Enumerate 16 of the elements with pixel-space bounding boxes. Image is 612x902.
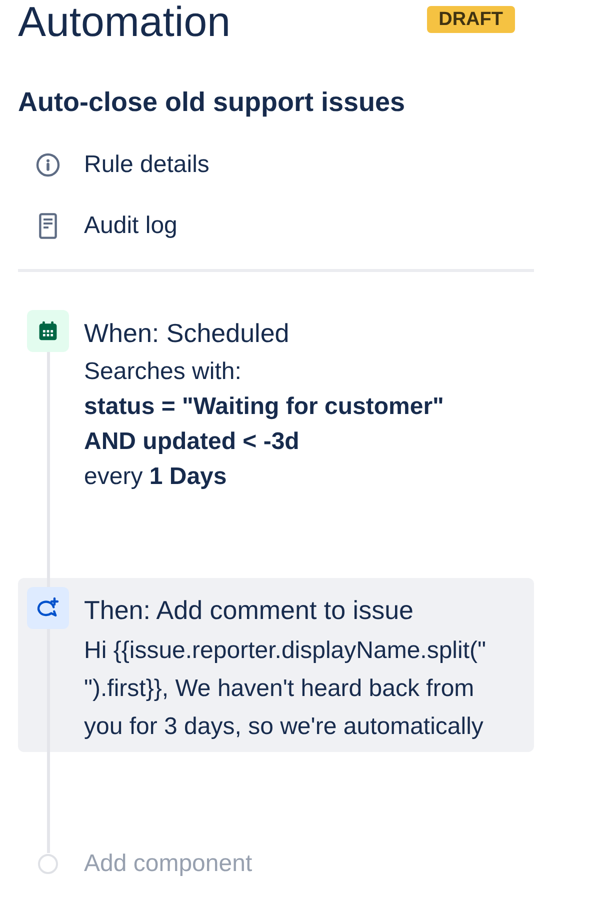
step-title: When: Scheduled [84,317,290,349]
comment-plus-icon [27,587,69,629]
step-card[interactable]: Then: Add comment to issue Hi {{issue.reporter.displayName.split(" ").first}}, We haven't heard back from you for 3 days, so we're automatically [18,578,534,752]
page-title: Automation [18,0,230,44]
step-title: Then: Add comment to issue [84,594,415,626]
calendar-icon [27,310,69,352]
menu-item[interactable]: Rule details [18,143,534,187]
comment-text: Hi {{issue.reporter.displayName.split(" ").first}}, We haven't heard back from you for 3 days, so we're automatically [84,636,486,742]
schedule-text: every 1 Days [84,462,228,492]
status-badge: DRAFT [426,6,515,33]
step-description: Searches with: [84,357,242,387]
info-icon [36,153,60,177]
document-icon [39,213,57,239]
menu-item[interactable]: Audit log [18,204,534,248]
timeline-node-icon [38,854,58,874]
rule-name: Auto-close old support issues [18,86,406,119]
